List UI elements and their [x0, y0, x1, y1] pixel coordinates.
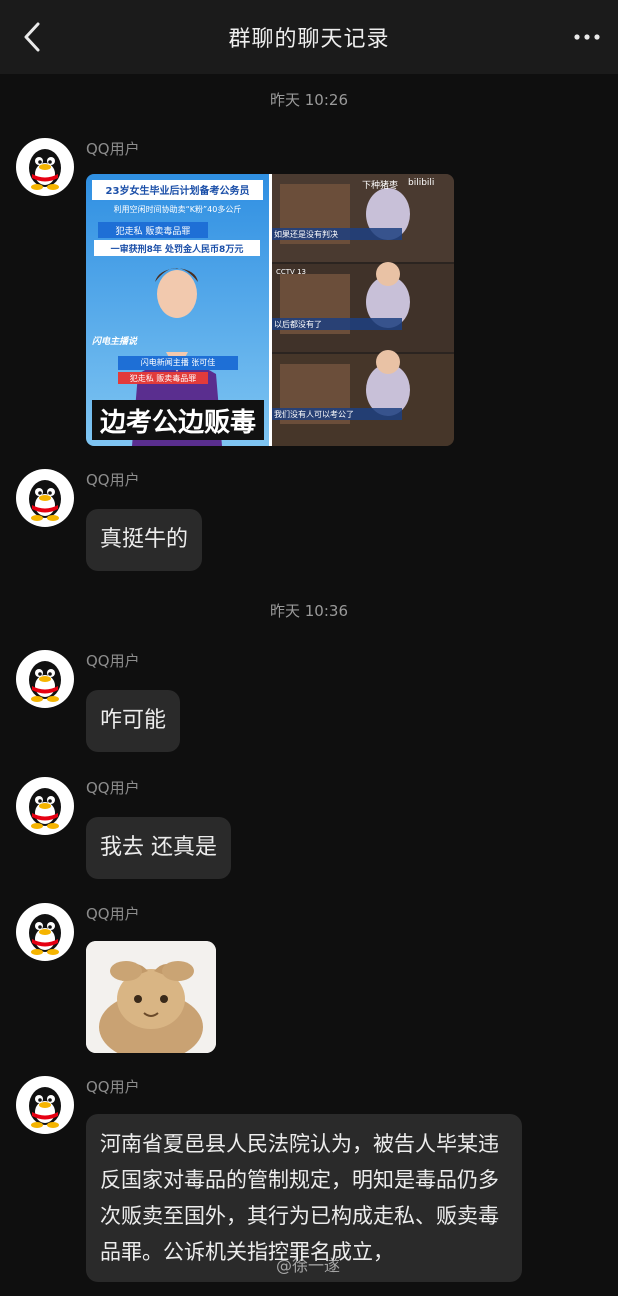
- tv-channel: CCTV 13: [276, 268, 306, 276]
- qq-penguin-icon: [29, 480, 61, 521]
- message-bubble[interactable]: 真挺牛的: [86, 509, 203, 571]
- qq-penguin-icon: [29, 661, 61, 702]
- right-top-label: 下种猪枣: [362, 181, 399, 191]
- message-bubble[interactable]: 咋可能: [86, 690, 181, 752]
- shared-image[interactable]: 23岁女生毕业后计划备考公务员 利用空闲时间协助卖“K粉”40多公斤 犯走私 贩…: [86, 174, 454, 446]
- page-title: 群聊的聊天记录: [228, 27, 390, 52]
- subtitle-2: 以后都没有了: [274, 320, 322, 329]
- back-arrow-icon[interactable]: [18, 20, 48, 54]
- more-dots-icon[interactable]: [572, 22, 602, 52]
- cat-holding-head-sticker[interactable]: [86, 941, 216, 1053]
- news-headline: 23岁女生毕业后计划备考公务员: [105, 186, 250, 197]
- timestamp: 昨天 10:26: [270, 91, 348, 109]
- sender-name: QQ用户: [86, 652, 140, 670]
- qq-penguin-icon: [29, 149, 61, 190]
- avatar[interactable]: [16, 777, 74, 835]
- message-bubble[interactable]: 我去 还真是: [86, 817, 231, 879]
- chat-message: QQ用户 咋可能: [16, 650, 576, 760]
- subtitle-1: 如果还是没有判决: [274, 230, 338, 239]
- news-logo: 闪电主播说: [92, 337, 138, 347]
- news-charge: 犯走私 贩卖毒品罪: [115, 227, 191, 237]
- sender-name: QQ用户: [86, 1078, 140, 1096]
- sender-name: QQ用户: [86, 471, 140, 489]
- platform-logo: bilibili: [408, 178, 435, 188]
- news-subhead: 利用空闲时间协助卖“K粉”40多公斤: [113, 205, 242, 214]
- chat-message: QQ用户: [16, 138, 576, 458]
- qq-penguin-icon: [29, 1087, 61, 1128]
- avatar[interactable]: [16, 138, 74, 196]
- header-bar: 群聊的聊天记录: [0, 0, 618, 74]
- sender-name: QQ用户: [86, 905, 140, 923]
- subtitle-3: 我们没有人可以考公了: [274, 410, 354, 419]
- qq-penguin-icon: [29, 788, 61, 829]
- chat-message: QQ用户 真挺牛的: [16, 469, 576, 579]
- cat-sticker-image: [86, 941, 216, 1053]
- qq-penguin-icon: [29, 914, 61, 955]
- sender-name: QQ用户: [86, 779, 140, 797]
- anchor-charge: 犯走私 贩卖毒品罪: [129, 374, 197, 383]
- anchor-tag: 闪电新闻主播 张可佳: [140, 358, 216, 367]
- avatar[interactable]: [16, 1076, 74, 1134]
- news-caption: 边考公边贩毒: [99, 408, 256, 438]
- avatar[interactable]: [16, 469, 74, 527]
- timestamp: 昨天 10:36: [270, 602, 348, 620]
- chat-message: QQ用户 我去 还真是: [16, 777, 576, 887]
- weibo-watermark: @徐一遂: [276, 1256, 341, 1275]
- avatar[interactable]: [16, 903, 74, 961]
- avatar[interactable]: [16, 650, 74, 708]
- sender-name: QQ用户: [86, 140, 140, 158]
- chat-message: QQ用户: [16, 903, 576, 1063]
- news-sentence: 一审获刑8年 处罚金人民币8万元: [110, 245, 244, 255]
